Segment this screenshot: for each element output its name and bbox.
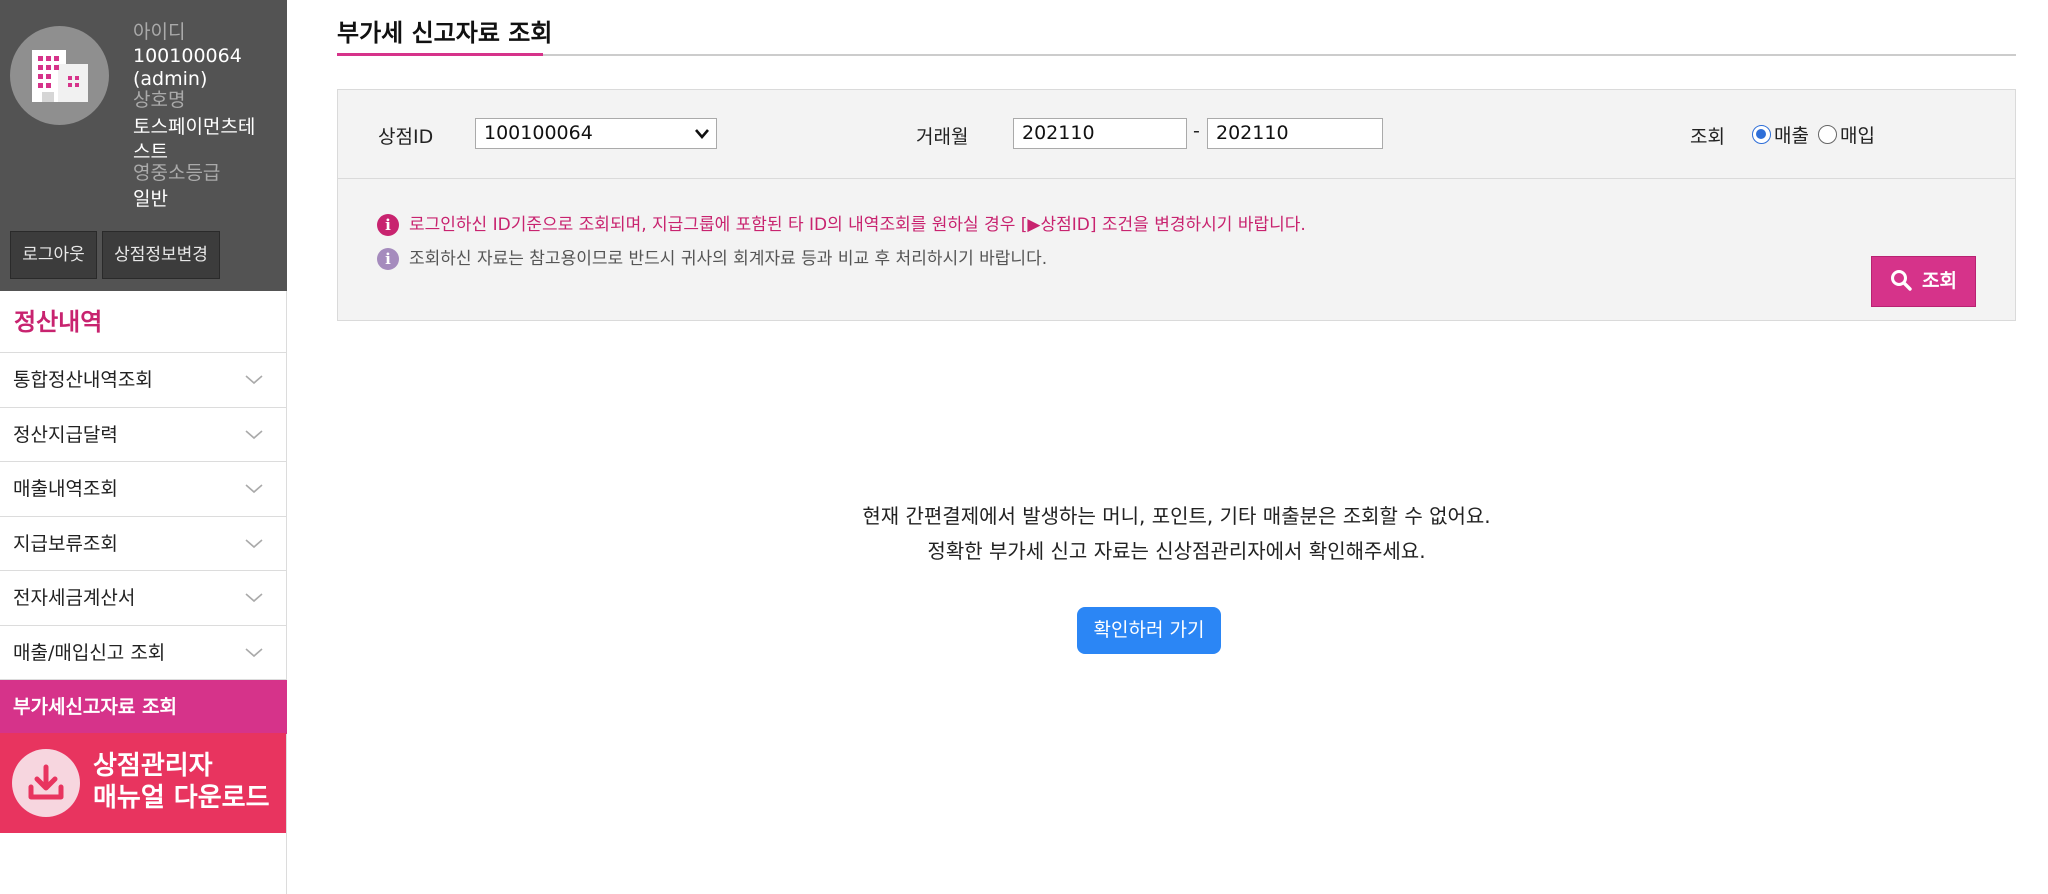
sidebar-item-label: 지급보류조회 [13, 532, 118, 555]
sidebar-item-label: 통합정산내역조회 [13, 369, 153, 391]
radio-purchase-label[interactable]: 매입 [1840, 121, 1875, 148]
notice-reference-only: i 조회하신 자료는 참고용이므로 반드시 귀사의 회계자료 등과 비교 후 처리… [377, 244, 1047, 270]
store-id-select[interactable]: 100100064 [475, 118, 717, 149]
sidebar-item-label: 부가세신고자료 조회 [13, 696, 177, 718]
chevron-down-icon [245, 375, 263, 385]
edit-store-info-button[interactable]: 상점정보변경 [102, 231, 220, 279]
view-type-label: 조회 [1690, 126, 1725, 148]
sidebar-section-title: 정산내역 [0, 291, 287, 353]
chevron-down-icon [245, 647, 263, 657]
logout-button[interactable]: 로그아웃 [10, 231, 97, 279]
id-role: (admin) [133, 68, 208, 90]
building-icon [32, 50, 88, 102]
id-label: 아이디 [133, 21, 186, 43]
sidebar-item-payment-hold[interactable]: 지급보류조회 [0, 517, 287, 571]
period-to-input[interactable]: 202110 [1207, 118, 1383, 149]
sidebar-item-label: 매출내역조회 [13, 478, 118, 500]
sidebar-item-label: 전자세금계산서 [13, 587, 136, 609]
sidebar-item-sales-purchase-report[interactable]: 매출/매입신고 조회 [0, 626, 287, 680]
search-button-label: 조회 [1922, 270, 1957, 292]
store-id-label: 상점ID [378, 126, 434, 148]
manual-download-banner[interactable]: 상점관리자 매뉴얼 다운로드 [0, 733, 286, 833]
info-message-line1: 현재 간편결제에서 발생하는 머니, 포인트, 기타 매출분은 조회할 수 없어… [862, 504, 1491, 528]
profile-panel: 아이디 100100064 (admin) 상호명 토스페이먼츠테 스트 영중소… [0, 0, 287, 291]
store-id-select-value: 100100064 [484, 122, 593, 144]
chevron-down-icon [245, 593, 263, 603]
search-filter-panel: 상점ID 100100064 거래월 202110 - 202110 조회 매출… [337, 89, 2016, 321]
grade-label: 영중소등급 [133, 162, 221, 184]
download-icon-circle [12, 749, 80, 817]
manual-banner-subtitle: 매뉴얼 다운로드 [93, 783, 270, 813]
avatar [10, 26, 109, 125]
notice-text: 조회하신 자료는 참고용이므로 반드시 귀사의 회계자료 등과 비교 후 처리하… [409, 249, 1048, 269]
period-label: 거래월 [916, 126, 969, 148]
sidebar-item-vat-report[interactable]: 부가세신고자료 조회 [0, 680, 287, 734]
search-icon [1891, 269, 1912, 291]
store-name-value: 토스페이먼츠테 [133, 116, 256, 138]
sidebar-item-settlement-calendar[interactable]: 정산지급달력 [0, 408, 287, 462]
chevron-down-icon [245, 538, 263, 548]
chevron-down-icon [245, 429, 263, 439]
filter-row: 상점ID 100100064 거래월 202110 - 202110 조회 매출… [338, 90, 2015, 179]
search-button[interactable]: 조회 [1871, 256, 1976, 307]
sidebar: 아이디 100100064 (admin) 상호명 토스페이먼츠테 스트 영중소… [0, 0, 287, 894]
notice-text: 로그인하신 ID기준으로 조회되며, 지급그룹에 포함된 타 ID의 내역조회를… [409, 215, 1306, 235]
radio-sales[interactable] [1752, 125, 1771, 144]
chevron-down-icon [695, 129, 709, 139]
radio-sales-label[interactable]: 매출 [1774, 121, 1809, 148]
title-accent-bar [337, 53, 543, 56]
manual-banner-title: 상점관리자 [93, 751, 213, 781]
info-message-line2: 정확한 부가세 신고 자료는 신상점관리자에서 확인해주세요. [927, 539, 1426, 563]
store-name-label: 상호명 [133, 89, 186, 111]
grade-value: 일반 [133, 188, 168, 210]
period-separator: - [1193, 120, 1200, 142]
info-icon: i [377, 214, 399, 236]
sidebar-menu: 통합정산내역조회 정산지급달력 매출내역조회 지급보류조회 전자세금계산서 매출… [0, 353, 287, 734]
sidebar-item-sales-history[interactable]: 매출내역조회 [0, 462, 287, 517]
store-name-value-cont: 스트 [133, 141, 168, 163]
title-divider [337, 54, 2016, 56]
sidebar-item-e-tax-invoice[interactable]: 전자세금계산서 [0, 571, 287, 626]
download-icon [28, 764, 64, 800]
sidebar-item-label: 매출/매입신고 조회 [13, 641, 166, 664]
period-from-input[interactable]: 202110 [1013, 118, 1187, 149]
page-title: 부가세 신고자료 조회 [337, 19, 553, 47]
radio-purchase[interactable] [1818, 125, 1837, 144]
sidebar-item-integrated-settlement[interactable]: 통합정산내역조회 [0, 353, 287, 408]
go-to-new-admin-button[interactable]: 확인하러 가기 [1077, 607, 1221, 654]
notice-id-scope: i 로그인하신 ID기준으로 조회되며, 지급그룹에 포함된 타 ID의 내역조회… [377, 210, 1306, 236]
info-icon: i [377, 248, 399, 270]
chevron-down-icon [245, 484, 263, 494]
id-value: 100100064 [133, 45, 242, 67]
sidebar-item-label: 정산지급달력 [13, 423, 118, 446]
